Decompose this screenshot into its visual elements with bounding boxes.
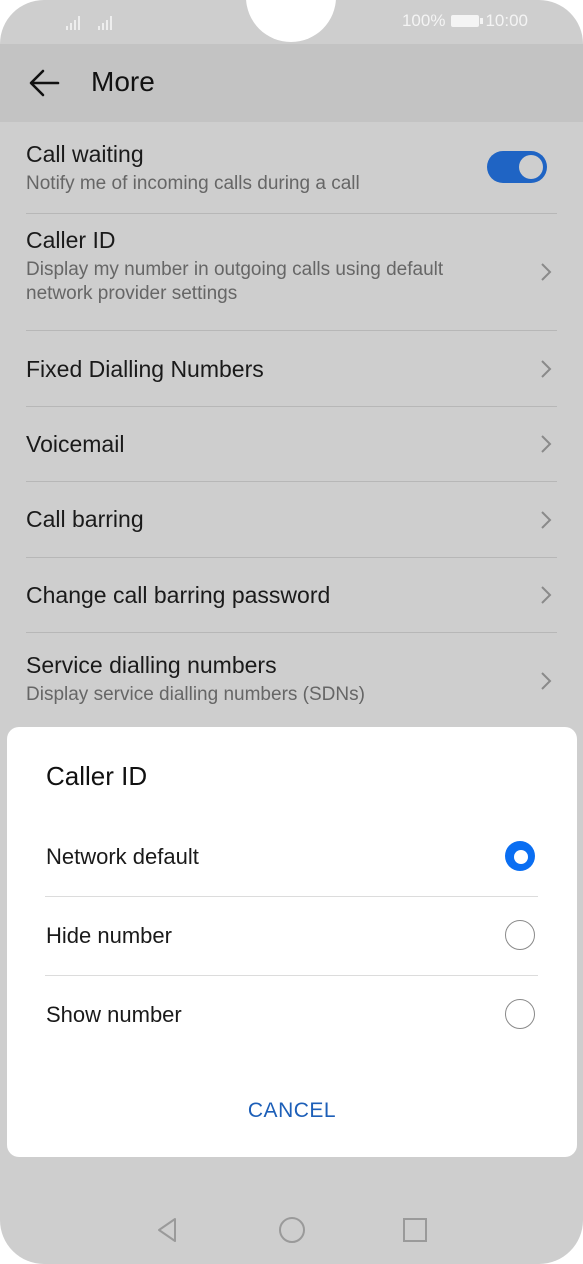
option-label: Hide number	[46, 923, 172, 948]
call-waiting-toggle[interactable]	[487, 151, 547, 183]
camera-notch	[246, 0, 336, 42]
caller-id-title: Caller ID	[26, 227, 116, 253]
cancel-button[interactable]: CANCEL	[192, 1087, 392, 1135]
call-waiting-title: Call waiting	[26, 141, 144, 167]
chevron-right-icon	[541, 263, 552, 281]
caller-id-row[interactable]: Caller ID Display my number in outgoing …	[26, 214, 557, 331]
option-label: Show number	[46, 1002, 182, 1027]
status-right: 100% 10:00	[402, 11, 528, 31]
call-waiting-row[interactable]: Call waiting Notify me of incoming calls…	[26, 122, 557, 214]
chevron-right-icon	[541, 672, 552, 690]
clock: 10:00	[485, 11, 528, 30]
voicemail-title: Voicemail	[26, 431, 125, 457]
radio-selected-icon[interactable]	[505, 841, 535, 871]
service-dialling-row[interactable]: Service dialling numbers Display service…	[26, 633, 557, 729]
settings-list: Call waiting Notify me of incoming calls…	[0, 122, 583, 729]
page-title: More	[91, 66, 155, 97]
call-barring-title: Call barring	[26, 506, 144, 532]
recents-square-icon[interactable]	[400, 1215, 430, 1245]
chevron-right-icon	[541, 359, 552, 378]
home-circle-icon[interactable]	[277, 1215, 307, 1245]
battery-icon	[451, 15, 484, 27]
change-password-title: Change call barring password	[26, 582, 331, 608]
change-password-row[interactable]: Change call barring password	[26, 558, 557, 633]
option-hide-number[interactable]: Hide number	[45, 897, 538, 975]
signal-icon	[98, 12, 116, 30]
chevron-right-icon	[541, 510, 552, 529]
navigation-bar	[0, 1195, 583, 1264]
call-barring-row[interactable]: Call barring	[26, 482, 557, 558]
radio-unselected-icon[interactable]	[505, 920, 535, 950]
call-waiting-subtitle: Notify me of incoming calls during a cal…	[26, 173, 360, 194]
service-dialling-subtitle: Display service dialling numbers (SDNs)	[26, 684, 365, 705]
battery-percent: 100%	[401, 11, 446, 30]
chevron-right-icon	[541, 435, 552, 453]
radio-unselected-icon[interactable]	[505, 999, 535, 1029]
signal-icon	[66, 12, 84, 30]
caller-id-subtitle: Display my number in outgoing calls usin…	[26, 259, 444, 304]
phone-screen: 100% 10:00 More Call waiting Notify me o…	[0, 0, 583, 1264]
chevron-right-icon	[541, 586, 552, 604]
fixed-dialling-title: Fixed Dialling Numbers	[26, 356, 264, 382]
option-network-default[interactable]: Network default	[45, 818, 538, 896]
voicemail-row[interactable]: Voicemail	[26, 407, 557, 482]
dialog-title: Caller ID	[46, 761, 148, 791]
option-label: Network default	[46, 844, 199, 869]
option-show-number[interactable]: Show number	[45, 976, 538, 1054]
service-dialling-title: Service dialling numbers	[26, 652, 277, 678]
app-header: More	[0, 44, 583, 122]
caller-id-dialog: Caller ID Network default Hide number Sh…	[7, 727, 577, 1157]
status-bar: 100% 10:00	[0, 0, 583, 44]
toggle-knob	[519, 155, 543, 179]
fixed-dialling-row[interactable]: Fixed Dialling Numbers	[26, 331, 557, 407]
arrow-left-icon	[29, 69, 60, 97]
radio-dot	[514, 850, 528, 864]
back-button[interactable]	[24, 62, 66, 104]
back-triangle-icon[interactable]	[152, 1215, 182, 1245]
